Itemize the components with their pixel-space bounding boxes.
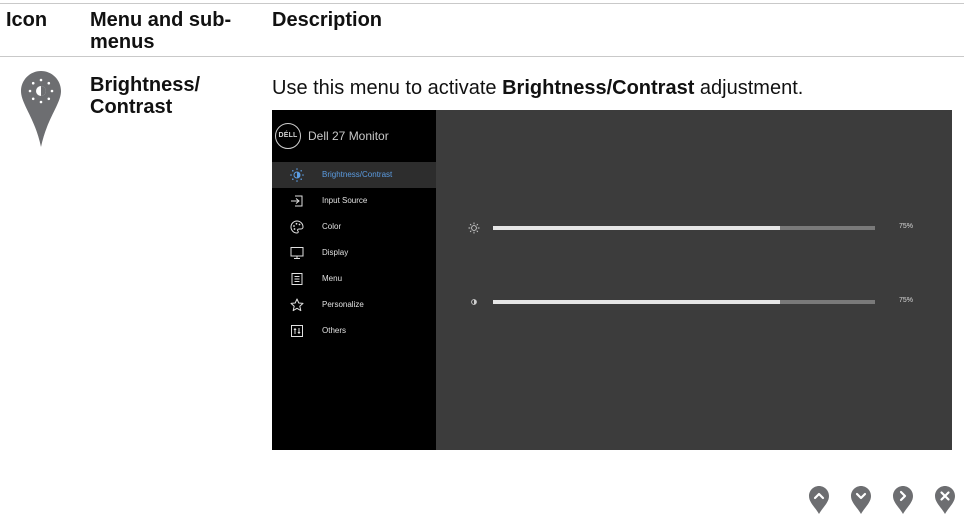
header-menu: Menu and sub-menus: [90, 9, 232, 53]
chevron-down-icon[interactable]: [850, 485, 872, 515]
osd-item-menu[interactable]: Menu: [272, 266, 436, 292]
osd-item-color[interactable]: Color: [272, 214, 436, 240]
osd-item-input-source[interactable]: Input Source: [272, 188, 436, 214]
contrast-value: 75%: [899, 297, 914, 304]
palette-icon: [290, 220, 304, 234]
brightness-slider[interactable]: [493, 226, 875, 230]
menu-name: Brightness/ Contrast: [90, 74, 201, 118]
brightness-pin-icon: [21, 71, 61, 147]
brightness-slider-fill: [493, 226, 780, 230]
menu-icon: [291, 273, 303, 285]
brightness-value: 75%: [899, 223, 914, 230]
description-text: Use this menu to activate Brightness/Con…: [272, 77, 803, 99]
osd-item-personalize[interactable]: Personalize: [272, 292, 436, 318]
star-icon: [290, 298, 304, 312]
osd-item-label: Menu: [322, 274, 343, 283]
osd-sidebar: DÉLL Dell 27 Monitor Brightness/Contrast…: [272, 110, 436, 450]
osd-title: Dell 27 Monitor: [308, 129, 389, 143]
header-description: Description: [272, 9, 383, 31]
description-suffix: adjustment.: [694, 77, 804, 99]
osd-item-label: Brightness/Contrast: [322, 170, 393, 179]
description-prefix: Use this menu to activate: [272, 77, 503, 99]
close-icon[interactable]: [934, 485, 956, 515]
osd-item-display[interactable]: Display: [272, 240, 436, 266]
table-top-rule: [0, 3, 964, 4]
sun-icon: [468, 222, 480, 234]
osd-item-label: Color: [322, 222, 342, 231]
others-icon: [291, 325, 303, 337]
osd-item-label: Input Source: [322, 196, 368, 205]
contrast-icon: [471, 299, 477, 305]
osd-item-brightness-contrast[interactable]: Brightness/Contrast: [272, 162, 436, 188]
osd-screen: DÉLL Dell 27 Monitor Brightness/Contrast…: [272, 110, 952, 450]
description-bold: Brightness/Contrast: [502, 77, 695, 99]
osd-brand: DÉLL Dell 27 Monitor: [272, 110, 436, 160]
chevron-up-icon[interactable]: [808, 485, 830, 515]
dell-logo: DÉLL: [275, 123, 301, 149]
chevron-right-icon[interactable]: [892, 485, 914, 515]
display-icon: [290, 247, 304, 259]
contrast-slider[interactable]: [493, 300, 875, 304]
sun-icon: [290, 168, 304, 182]
osd-item-others[interactable]: Others: [272, 318, 436, 344]
osd-item-label: Personalize: [322, 300, 364, 309]
input-source-icon: [291, 195, 303, 207]
osd-item-label: Others: [322, 326, 347, 335]
header-rule: [0, 56, 964, 57]
header-icon: Icon: [6, 9, 48, 31]
osd-item-label: Display: [322, 248, 349, 257]
contrast-slider-fill: [493, 300, 780, 304]
